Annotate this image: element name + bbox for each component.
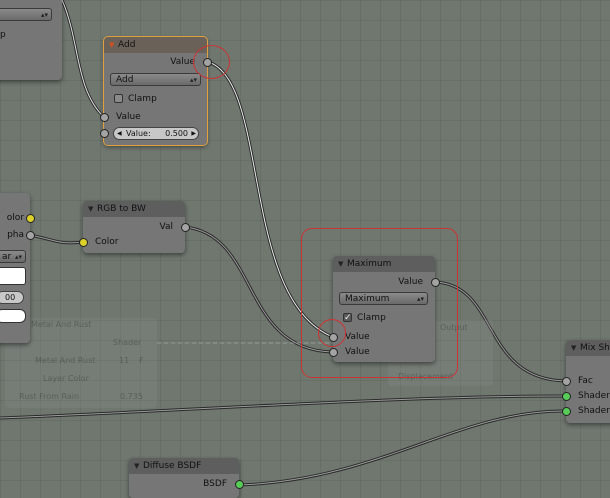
ghost-user-count: 11 [119,356,130,365]
left-output-color-socket[interactable] [26,214,35,223]
add-node[interactable]: ▼ Add Value Add ▴▾ Clamp Value ◀ Value: 0.… [100,36,212,146]
left-top-label: p [0,30,6,40]
left-top-dropdown[interactable]: ▴▾ [0,8,52,21]
left-output-alpha-socket[interactable] [26,231,35,240]
rgb-input-socket[interactable] [79,238,88,247]
collapse-arrow-icon[interactable]: ▼ [571,340,580,356]
collapse-arrow-icon[interactable]: ▼ [134,458,143,474]
mix-shader1-socket[interactable] [562,392,571,401]
ghost-fake-user: F [139,356,144,365]
left-number-value: 00 [5,293,16,302]
diffuse-output-socket[interactable] [235,480,244,489]
dropdown-arrows-icon: ▴▾ [40,11,48,19]
mix-shader2-socket[interactable] [562,407,571,416]
add-value-slider[interactable]: ◀ Value: 0.500 ▶ [113,127,199,140]
add-operation-dropdown[interactable]: Add ▴▾ [110,73,201,86]
add-value-socket[interactable] [100,129,109,138]
add-input-socket[interactable] [100,113,109,122]
mix-shader1-label: Shader [578,391,610,401]
rgb-to-bw-title: RGB to BW [97,204,146,214]
add-slider-value: 0.500 [165,129,188,138]
left-texture-dropdown[interactable]: ar ▴▾ [0,250,26,263]
ghost-title: Metal And Rust [31,320,92,329]
mix-shader-title: Mix Sha [580,343,610,353]
add-clamp-label: Clamp [128,94,157,104]
left-number-field[interactable]: 00 [0,291,24,304]
add-node-title: Add [118,40,136,50]
rgb-to-bw-node[interactable]: ▼ RGB to BW Val Color [79,201,190,253]
add-clamp-checkbox[interactable] [114,94,123,103]
mix-shader-node[interactable]: ▼Mix Sha Fac Shader Shader [562,340,610,423]
ghost-material-name: Metal And Rust [35,356,96,365]
mix-shader-header[interactable]: ▼Mix Sha [566,340,610,356]
mix-shader2-label: Shader [578,406,610,416]
mix-fac-label: Fac [578,376,593,386]
left-top-node[interactable]: ▴▾ p [0,0,62,80]
add-clamp-row[interactable]: Clamp [104,92,207,106]
rgb-output-socket[interactable] [181,223,190,232]
rgb-output-label: Val [159,222,173,232]
collapse-arrow-icon[interactable]: ▼ [88,201,97,217]
add-input-label: Value [116,112,141,122]
mix-fac-socket[interactable] [562,377,571,386]
ghost-rust-label: Rust From Rain [19,392,80,401]
diffuse-title: Diffuse BSDF [143,461,202,471]
ghost-layer-color: Layer Color [43,374,89,383]
collapse-arrow-icon[interactable]: ▼ [109,37,118,53]
diffuse-output-label: BSDF [203,479,227,489]
left-texture-node[interactable]: olor pha ar ▴▾ 00 [0,193,35,343]
add-operation-value: Add [116,75,134,85]
ghost-shader-label: Shader [113,338,142,347]
left-white-field[interactable] [0,309,26,323]
left-color-swatch[interactable] [0,267,26,285]
annotation-box-maximum [301,228,458,378]
dropdown-arrows-icon: ▴▾ [14,253,22,261]
left-dropdown-value: ar [2,252,12,262]
diffuse-header[interactable]: ▼ Diffuse BSDF [129,458,239,474]
add-node-header[interactable]: ▼ Add [104,37,207,53]
slider-right-arrow-icon[interactable]: ▶ [191,128,196,140]
diffuse-bsdf-node[interactable]: ▼ Diffuse BSDF BSDF [129,458,244,498]
slider-left-arrow-icon[interactable]: ◀ [117,128,122,140]
add-slider-label: Value: [126,129,151,138]
ghost-rust-value: 0.735 [120,392,143,401]
dropdown-arrows-icon: ▴▾ [189,76,197,84]
add-output-label: Value [170,57,195,67]
rgb-input-label: Color [95,237,119,247]
annotation-circle-add-output [193,45,230,79]
rgb-to-bw-header[interactable]: ▼ RGB to BW [83,201,185,217]
